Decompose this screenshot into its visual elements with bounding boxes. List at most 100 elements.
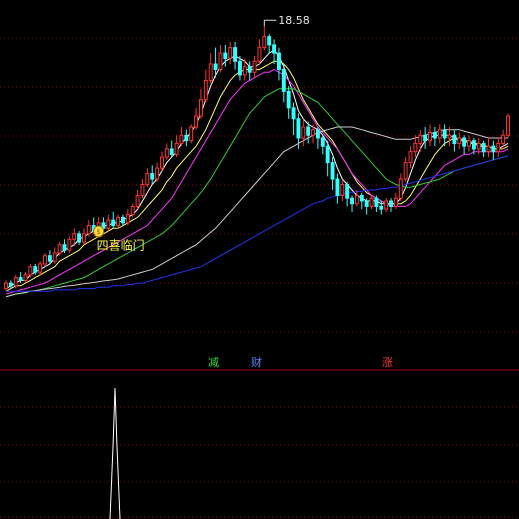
candle-body (462, 137, 467, 147)
candle-body (506, 115, 510, 136)
candle-body (62, 244, 67, 251)
candle-body (335, 178, 340, 196)
candle-body (155, 167, 160, 180)
candle-body (4, 282, 8, 290)
candle-body (276, 52, 281, 71)
candle-body (354, 194, 359, 205)
money-bag-icon: $ (93, 225, 105, 238)
candle-body (252, 60, 257, 73)
candle-body (315, 129, 320, 139)
candle-body (57, 244, 62, 254)
moving-average-line (5, 49, 509, 290)
candle-body (159, 156, 164, 169)
candle-body (432, 131, 437, 139)
candle-body (301, 126, 306, 139)
candle-body (43, 255, 47, 265)
candle-body (374, 197, 379, 207)
candle-body (164, 148, 169, 158)
moving-average-line (5, 88, 509, 298)
candle-body (174, 142, 179, 155)
candle-body (262, 36, 267, 49)
candle-body (398, 178, 403, 199)
candle-body (86, 225, 91, 235)
signal-label: 四喜临门 (97, 237, 145, 252)
stock-chart: 18.58 $ 四喜临门 减 财 涨 (0, 14, 519, 519)
candle-body (350, 197, 355, 205)
candle-body (393, 197, 398, 207)
candle-body (257, 47, 262, 62)
candle-body (442, 129, 447, 139)
candle-body (281, 69, 286, 92)
candle-body (242, 66, 247, 76)
candle-body (272, 44, 277, 54)
candle-body (476, 142, 481, 150)
candle-body (447, 134, 452, 139)
candle-body (194, 115, 199, 128)
candle-body (179, 134, 184, 144)
candle-body (23, 274, 28, 281)
candle-body (198, 99, 203, 117)
candle-body (306, 126, 311, 136)
candle-body (208, 63, 213, 81)
candle-body (491, 145, 496, 153)
candle-body (403, 162, 408, 180)
candle-body (340, 184, 345, 196)
candle-body (364, 200, 369, 207)
candle-body (223, 52, 228, 60)
candle-body (457, 137, 462, 144)
candle-body (320, 137, 325, 147)
candle-body (218, 52, 223, 71)
candle-body (296, 118, 301, 139)
candle-body (267, 36, 272, 46)
candle-body (247, 66, 252, 73)
candle-body (130, 205, 135, 216)
candle-body (496, 142, 501, 153)
candle-body (413, 142, 418, 153)
candle-body (359, 194, 364, 202)
candle-body (8, 282, 13, 287)
candle-body (345, 184, 350, 199)
candle-body (150, 173, 155, 180)
candle-body (145, 173, 150, 186)
candle-body (471, 140, 476, 150)
candle-body (111, 219, 116, 227)
candle-body (291, 107, 296, 120)
candle-body (486, 145, 491, 153)
candle-body (33, 266, 38, 273)
max-price-label: 18.58 (278, 14, 310, 27)
candle-body (18, 277, 23, 281)
candle-body (237, 60, 242, 76)
candle-body (384, 200, 389, 210)
candle-body (452, 134, 457, 144)
marker-rise: 涨 (382, 356, 393, 369)
moving-average-line (5, 60, 509, 292)
moving-average-line (6, 155, 509, 292)
marker-reduce: 减 (208, 356, 219, 369)
candle-body (28, 266, 33, 276)
candle-body (106, 219, 111, 229)
candle-body (325, 145, 330, 164)
candle-body (428, 131, 432, 142)
candle-body (311, 129, 316, 136)
candle-body (116, 216, 121, 227)
candle-body (169, 148, 174, 155)
candle-body (481, 142, 486, 153)
candle-body (82, 233, 86, 243)
candle-body (369, 197, 374, 207)
candle-body (77, 233, 82, 243)
candle-body (408, 151, 413, 164)
candle-body (389, 200, 393, 207)
candle-body (203, 79, 208, 101)
candle-body (184, 134, 189, 142)
candle-body (135, 194, 140, 207)
candle-body (501, 134, 506, 144)
candle-body (140, 184, 145, 196)
money-bag-glyph: $ (96, 228, 100, 236)
candle-body (233, 47, 238, 62)
candle-body (418, 134, 423, 144)
candle-body (67, 238, 72, 251)
indicator-gridlines (0, 406, 519, 518)
candlesticks (4, 26, 510, 292)
signal-markers: 减 财 涨 (208, 355, 393, 369)
max-price-pointer (263, 19, 277, 27)
